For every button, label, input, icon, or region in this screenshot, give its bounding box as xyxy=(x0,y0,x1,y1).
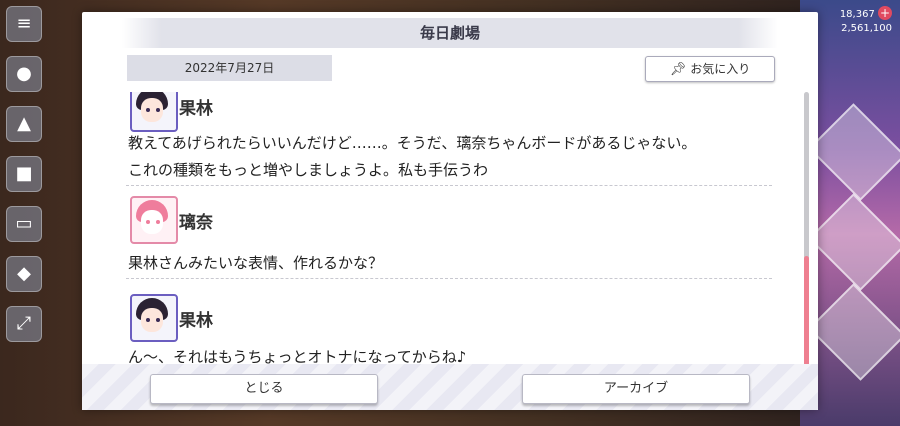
rina-avatar xyxy=(130,196,178,244)
scroll-thumb[interactable] xyxy=(804,256,809,366)
date-label: 2022年7月27日 xyxy=(127,55,332,81)
trophy-icon[interactable]: ◆ xyxy=(6,256,42,292)
dialogue-line: これの種類をもっと増やしましょうよ。私も手伝うわ xyxy=(128,161,489,179)
currency-counter: 18,367 + 2,561,100 xyxy=(840,6,892,36)
add-currency-icon[interactable]: + xyxy=(878,6,892,20)
menu-icon[interactable]: ≡ xyxy=(6,6,42,42)
screen-icon[interactable]: ▭ xyxy=(6,206,42,242)
pin-icon: 📌︎ xyxy=(669,62,687,77)
karin-avatar xyxy=(130,92,178,132)
event-icon[interactable]: ▲ xyxy=(6,106,42,142)
side-menu: ≡ ● ▲ ■ ▭ ◆ ⤢ xyxy=(6,6,42,356)
favorite-label: お気に入り xyxy=(690,62,751,76)
speaker-name: 果林 xyxy=(179,311,213,331)
chat-icon[interactable]: ● xyxy=(6,56,42,92)
currency-bottom: 2,561,100 xyxy=(841,23,892,34)
currency-top: 18,367 xyxy=(839,9,875,20)
log-scrollbar[interactable] xyxy=(804,92,809,366)
dialog-title: 毎日劇場 xyxy=(122,18,778,48)
fullscreen-icon[interactable]: ⤢ xyxy=(6,306,42,342)
dialogue-log[interactable]: 果林 教えてあげられたらいいんだけど……。そうだ、璃奈ちゃんボードがあるじゃない… xyxy=(126,92,786,368)
gift-icon[interactable]: ■ xyxy=(6,156,42,192)
menu-tile xyxy=(808,193,900,291)
speaker-name: 果林 xyxy=(179,99,213,119)
daily-theater-dialog: 毎日劇場 2022年7月27日 📌︎ お気に入り 果林 教えてあげられたらいいんだ… xyxy=(82,12,818,410)
karin-avatar xyxy=(130,294,178,342)
menu-tile xyxy=(808,283,900,381)
favorite-button[interactable]: 📌︎ お気に入り xyxy=(645,56,775,82)
menu-tile xyxy=(808,103,900,201)
dialogue-line: 果林さんみたいな表情、作れるかな？ xyxy=(128,254,384,272)
speaker-name: 璃奈 xyxy=(179,213,213,233)
dialogue-line: 教えてあげられたらいいんだけど……。そうだ、璃奈ちゃんボードがあるじゃない。 xyxy=(128,134,697,152)
entry-divider xyxy=(126,278,772,279)
entry-divider xyxy=(126,185,772,186)
archive-button[interactable]: アーカイブ xyxy=(522,374,750,404)
close-button[interactable]: とじる xyxy=(150,374,378,404)
